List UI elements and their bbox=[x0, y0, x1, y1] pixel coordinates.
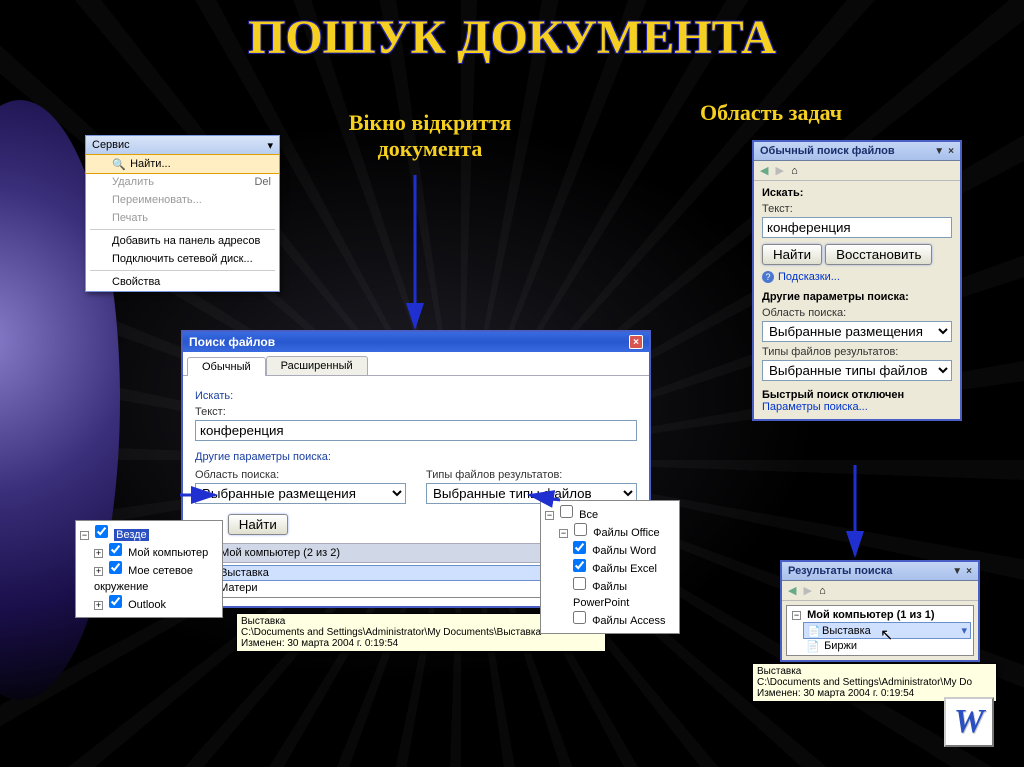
menu-add-address[interactable]: Добавить на панель адресов bbox=[86, 232, 279, 250]
results-header[interactable]: − Мой компьютер (1 из 1) bbox=[789, 608, 971, 622]
collapse-icon[interactable]: − bbox=[792, 611, 801, 620]
back-icon[interactable]: ◀ bbox=[760, 165, 768, 177]
types-cb-word[interactable] bbox=[573, 541, 586, 554]
tree-node[interactable]: Файлы Word bbox=[545, 541, 675, 559]
section-other: Другие параметры поиска: bbox=[195, 451, 637, 463]
help-icon: ? bbox=[762, 271, 774, 283]
search-text-input[interactable] bbox=[195, 420, 637, 441]
tree-node[interactable]: − Файлы Office bbox=[545, 523, 675, 541]
section-search: Искать: bbox=[195, 390, 637, 402]
taskpane-title: Обычный поиск файлов bbox=[760, 145, 895, 157]
search-icon: 🔍 bbox=[112, 158, 124, 170]
menu-map-drive[interactable]: Подключить сетевой диск... bbox=[86, 250, 279, 268]
tab-advanced[interactable]: Расширенный bbox=[266, 356, 368, 375]
section-search: Искать: bbox=[762, 187, 952, 199]
collapse-icon[interactable]: − bbox=[559, 529, 568, 538]
tree-node[interactable]: + Outlook bbox=[80, 595, 218, 613]
label-scope: Область поиска: bbox=[195, 469, 406, 481]
dialog-title: Поиск файлов bbox=[189, 335, 275, 349]
label-scope: Область поиска: bbox=[762, 307, 952, 319]
close-icon[interactable]: × bbox=[966, 566, 972, 577]
menu-find[interactable]: 🔍 Найти... bbox=[85, 154, 280, 174]
tree-node[interactable]: Файлы PowerPoint bbox=[545, 577, 675, 611]
menu-header[interactable]: Сервис▾ bbox=[86, 136, 279, 155]
search-params-link[interactable]: Параметры поиска... bbox=[762, 401, 952, 413]
tree-node[interactable]: Файлы Excel bbox=[545, 559, 675, 577]
scope-cb-all[interactable] bbox=[95, 525, 108, 538]
menu-properties[interactable]: Свойства bbox=[86, 273, 279, 291]
menu-rename[interactable]: Переименовать... bbox=[86, 191, 279, 209]
slide-title: ПОШУК ДОКУМЕНТА bbox=[0, 10, 1024, 65]
dropdown-icon[interactable]: ▼ bbox=[934, 146, 944, 157]
scope-cb-outlook[interactable] bbox=[109, 595, 122, 608]
menu-print[interactable]: Печать bbox=[86, 209, 279, 227]
scope-tree-popup: − Везде + Мой компьютер + Мое сетевое ок… bbox=[75, 520, 223, 618]
fastsearch-label: Быстрый поиск отключен bbox=[762, 389, 952, 401]
label-types: Типы файлов результатов: bbox=[426, 469, 637, 481]
label-text: Текст: bbox=[195, 406, 637, 418]
home-icon[interactable]: ⌂ bbox=[791, 165, 798, 177]
hints-link[interactable]: ?Подсказки... bbox=[762, 271, 952, 283]
tree-node[interactable]: Файлы Access bbox=[545, 611, 675, 629]
tree-node[interactable]: − Везде bbox=[80, 525, 218, 543]
menu-delete[interactable]: УдалитьDel bbox=[86, 173, 279, 191]
word-doc-icon: 📄 bbox=[806, 640, 818, 652]
close-icon[interactable]: × bbox=[948, 146, 954, 157]
result-item[interactable]: 📄 Выставка ▾ bbox=[803, 622, 971, 639]
dropdown-icon[interactable]: ▼ bbox=[952, 566, 962, 577]
types-cb-all[interactable] bbox=[560, 505, 573, 518]
types-select[interactable]: Выбранные типы файлов bbox=[762, 360, 952, 381]
types-cb-access[interactable] bbox=[573, 611, 586, 624]
tree-node[interactable]: − Все bbox=[545, 505, 675, 523]
restore-button[interactable]: Восстановить bbox=[825, 244, 932, 265]
expand-icon[interactable]: + bbox=[94, 567, 103, 576]
collapse-icon[interactable]: − bbox=[80, 531, 89, 540]
results-title: Результаты поиска bbox=[788, 565, 892, 577]
search-text-input[interactable] bbox=[762, 217, 952, 238]
home-icon[interactable]: ⌂ bbox=[819, 585, 826, 597]
tab-basic[interactable]: Обычный bbox=[187, 357, 266, 376]
section-other: Другие параметры поиска: bbox=[762, 291, 952, 303]
chevron-down-icon[interactable]: ▾ bbox=[961, 624, 967, 637]
types-cb-ppt[interactable] bbox=[573, 577, 586, 590]
close-icon[interactable]: × bbox=[629, 335, 643, 349]
collapse-icon[interactable]: − bbox=[545, 511, 554, 520]
types-cb-excel[interactable] bbox=[573, 559, 586, 572]
tree-node[interactable]: + Мой компьютер bbox=[80, 543, 218, 561]
scope-cb-computer[interactable] bbox=[109, 543, 122, 556]
result-item[interactable]: 📄 Биржи bbox=[803, 639, 971, 653]
label-types: Типы файлов результатов: bbox=[762, 346, 952, 358]
scope-select[interactable]: Выбранные размещения bbox=[762, 321, 952, 342]
types-cb-office[interactable] bbox=[574, 523, 587, 536]
task-pane-search: Обычный поиск файлов ▼ × ◀ ▶ ⌂ Искать: Т… bbox=[752, 140, 962, 421]
label-text: Текст: bbox=[762, 203, 952, 215]
fwd-icon[interactable]: ▶ bbox=[804, 585, 812, 597]
tools-context-menu: Сервис▾ 🔍 Найти... УдалитьDel Переименов… bbox=[85, 135, 280, 292]
scope-select[interactable]: Выбранные размещения bbox=[195, 483, 406, 504]
scope-cb-network[interactable] bbox=[109, 561, 122, 574]
find-button[interactable]: Найти bbox=[762, 244, 822, 265]
subtitle-taskpane: Область задач bbox=[700, 100, 842, 126]
back-icon[interactable]: ◀ bbox=[788, 585, 796, 597]
fwd-icon[interactable]: ▶ bbox=[776, 165, 784, 177]
word-app-icon[interactable]: W bbox=[944, 697, 994, 747]
word-doc-icon: 📄 bbox=[807, 625, 819, 637]
subtitle-dialog: Вікно відкриття документа bbox=[320, 110, 540, 162]
results-pane: Результаты поиска ▼ × ◀ ▶ ⌂ − Мой компью… bbox=[780, 560, 980, 662]
types-tree-popup: − Все − Файлы Office Файлы Word Файлы Ex… bbox=[540, 500, 680, 634]
expand-icon[interactable]: + bbox=[94, 601, 103, 610]
expand-icon[interactable]: + bbox=[94, 549, 103, 558]
find-button[interactable]: Найти bbox=[228, 514, 288, 535]
tree-node[interactable]: + Мое сетевое окружение bbox=[80, 561, 218, 595]
